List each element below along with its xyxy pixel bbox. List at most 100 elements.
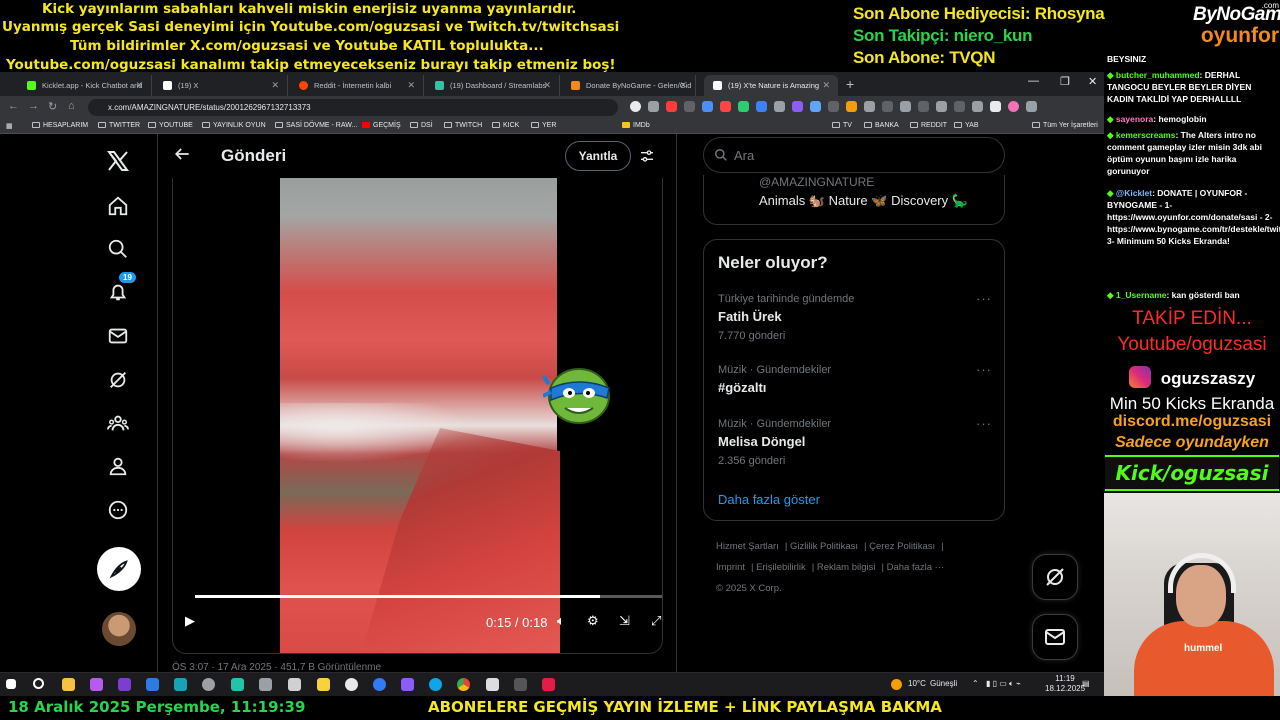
grok-icon[interactable]	[103, 365, 133, 395]
footer-link[interactable]: Hizmet Şartları	[716, 541, 779, 552]
bookmark-item[interactable]: YAYINLIK OYUN	[202, 122, 266, 129]
chrome-extension-icon[interactable]	[630, 101, 641, 112]
extension-icon[interactable]	[666, 101, 677, 112]
messages-icon[interactable]	[103, 321, 133, 351]
extension-icon[interactable]	[738, 101, 749, 112]
close-icon[interactable]: ✕	[407, 80, 415, 91]
app-icon[interactable]	[345, 678, 358, 691]
app-icon[interactable]	[542, 678, 555, 691]
trend-item[interactable]: Türkiye tarihinde gündemde Fatih Ürek 7.…	[718, 291, 992, 342]
app-icon[interactable]	[373, 678, 386, 691]
search-icon[interactable]	[33, 678, 44, 689]
bookmark-item[interactable]: TWITCH	[444, 122, 482, 129]
minimize-button[interactable]: —	[1028, 75, 1039, 87]
reply-button[interactable]: Yanıtla	[565, 141, 631, 171]
app-icon[interactable]	[90, 678, 103, 691]
bookmark-item[interactable]: YOUTUBE	[148, 122, 193, 129]
picture-in-picture-icon[interactable]: ⇲	[619, 613, 630, 629]
bookmark-item[interactable]: REDDIT	[910, 122, 947, 129]
app-icon[interactable]	[146, 678, 159, 691]
grok-button[interactable]	[1032, 554, 1078, 600]
play-icon[interactable]: ▶	[185, 613, 195, 629]
search-icon[interactable]	[103, 234, 133, 264]
extension-icon[interactable]	[774, 101, 785, 112]
notifications-icon[interactable]: 19	[103, 272, 136, 307]
extension-icon[interactable]	[684, 101, 695, 112]
extension-icon[interactable]	[900, 101, 911, 112]
home-button[interactable]: ⌂	[68, 100, 75, 112]
compose-post-button[interactable]	[97, 547, 141, 591]
bookmark-item[interactable]: HESAPLARIM	[32, 122, 88, 129]
messages-drawer-button[interactable]	[1032, 614, 1078, 660]
bookmark-item[interactable]: KICK	[492, 122, 519, 129]
reload-button[interactable]: ↻	[48, 100, 57, 113]
bookmark-item[interactable]: BANKA	[864, 122, 899, 129]
extension-icon[interactable]	[828, 101, 839, 112]
app-icon[interactable]	[486, 678, 499, 691]
weather-temp[interactable]: 10°C	[908, 679, 926, 688]
footer-link[interactable]: Erişilebilirlik	[756, 562, 806, 573]
chrome-icon[interactable]	[457, 678, 470, 691]
show-more-link[interactable]: Daha fazla göster	[718, 492, 820, 507]
bookmark-item[interactable]: DSİ	[410, 122, 433, 129]
app-icon[interactable]	[288, 678, 301, 691]
close-icon[interactable]: ✕	[135, 80, 143, 91]
apps-icon[interactable]: ▦	[6, 122, 13, 130]
home-icon[interactable]	[103, 191, 133, 221]
windows-start-icon[interactable]	[6, 679, 16, 689]
extension-icon[interactable]	[648, 101, 659, 112]
close-icon[interactable]: ✕	[271, 80, 279, 91]
more-dots-icon[interactable]: ···	[976, 291, 992, 306]
footer-link[interactable]: Gizlilik Politikası	[790, 541, 858, 552]
volume-icon[interactable]: 🔈︎	[557, 613, 565, 629]
video-player[interactable]: ▶ 0:15 / 0:18 🔈︎ ⚙ ⇲ ⤢	[172, 178, 663, 654]
more-dots-icon[interactable]: ···	[976, 362, 992, 377]
close-window-button[interactable]: ✕	[1088, 75, 1097, 88]
more-icon[interactable]	[1026, 101, 1037, 112]
bookmark-item[interactable]: YER	[531, 122, 556, 129]
bookmark-item[interactable]: TWITTER	[98, 122, 140, 129]
forward-button[interactable]: →	[28, 100, 39, 112]
settings-gear-icon[interactable]: ⚙	[587, 613, 599, 629]
extension-icon[interactable]	[918, 101, 929, 112]
footer-more-link[interactable]: Daha fazla ···	[887, 562, 945, 573]
trend-item[interactable]: Müzik · Gündemdekiler Melisa Döngel 2.35…	[718, 416, 992, 467]
profile-card[interactable]: @AMAZINGNATURE Animals 🐿️ Nature 🦋 Disco…	[703, 175, 1005, 225]
all-bookmarks-item[interactable]: Tüm Yer İşaretleri	[1032, 122, 1098, 129]
profile-icon[interactable]	[1008, 101, 1019, 112]
app-icon[interactable]	[174, 678, 187, 691]
close-icon[interactable]: ✕	[679, 80, 687, 91]
tray-chevron-icon[interactable]: ⌃	[972, 679, 979, 688]
profile-icon[interactable]	[103, 451, 133, 481]
file-explorer-icon[interactable]	[62, 678, 75, 691]
back-button[interactable]: ←	[8, 100, 19, 112]
streamlabs-icon[interactable]	[231, 678, 244, 691]
tab-reddit[interactable]: Reddit - İnternetin kalbi ✕	[290, 75, 424, 96]
trend-item[interactable]: Müzik · Gündemdekiler #gözaltı ···	[718, 362, 992, 395]
sliders-icon[interactable]	[639, 148, 655, 169]
footer-link[interactable]: Çerez Politikası	[869, 541, 935, 552]
clock[interactable]: 11:19 18.12.2025	[1045, 674, 1085, 694]
extension-icon[interactable]	[936, 101, 947, 112]
bookmark-item[interactable]: YAB	[954, 122, 979, 129]
communities-icon[interactable]	[103, 408, 133, 438]
extension-icon[interactable]	[756, 101, 767, 112]
extension-icon[interactable]	[882, 101, 893, 112]
extension-icon[interactable]	[792, 101, 803, 112]
close-icon[interactable]: ✕	[822, 80, 830, 91]
back-arrow-icon[interactable]	[172, 144, 192, 169]
extension-icon[interactable]	[702, 101, 713, 112]
app-icon[interactable]	[317, 678, 330, 691]
app-icon[interactable]	[202, 678, 215, 691]
edge-icon[interactable]	[429, 678, 442, 691]
camera-icon[interactable]	[259, 678, 272, 691]
tab-streamlabs[interactable]: (19) Dashboard / Streamlabs ✕	[426, 75, 560, 96]
video-progress-bar[interactable]	[195, 595, 662, 598]
menu-icon[interactable]	[990, 101, 1001, 112]
extension-icon[interactable]	[846, 101, 857, 112]
extension-icon[interactable]	[864, 101, 875, 112]
footer-link[interactable]: Imprint	[716, 562, 745, 573]
bookmark-item[interactable]: SASİ DÖVME - RAW...	[275, 122, 357, 129]
tab-x-home[interactable]: (19) X ✕	[154, 75, 288, 96]
search-input[interactable]: Ara	[703, 137, 1005, 173]
